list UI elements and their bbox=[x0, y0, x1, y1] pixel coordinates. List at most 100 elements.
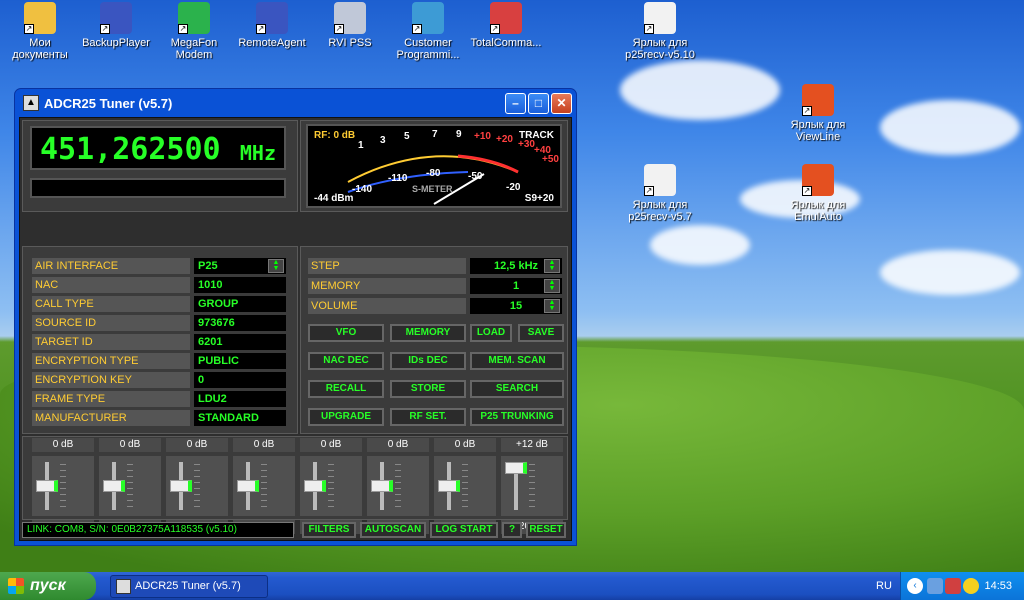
setting-row-value[interactable]: 1 ▲ ▼ bbox=[470, 278, 562, 294]
info-row: MANUFACTURER STANDARD bbox=[32, 410, 288, 426]
eq-slider[interactable] bbox=[99, 456, 161, 516]
eq-slider[interactable] bbox=[166, 456, 228, 516]
control-button[interactable]: SAVE bbox=[518, 324, 564, 342]
bottom-button[interactable]: LOG START bbox=[430, 522, 498, 538]
eq-slider-handle[interactable] bbox=[505, 462, 527, 474]
desktop-icon[interactable]: ↗ Мои документы bbox=[0, 2, 80, 61]
info-row: FRAME TYPE LDU2 bbox=[32, 391, 288, 407]
setting-row[interactable]: MEMORY 1 ▲ ▼ bbox=[308, 278, 562, 294]
taskbar-item-tuner[interactable]: ADCR25 Tuner (v5.7) bbox=[110, 575, 268, 598]
shortcut-arrow-icon: ↗ bbox=[100, 24, 110, 34]
spinner-icon[interactable]: ▲ ▼ bbox=[268, 259, 284, 273]
control-button[interactable]: LOAD bbox=[470, 324, 512, 342]
network-icon[interactable] bbox=[945, 578, 961, 594]
meter-scale-label: 3 bbox=[380, 135, 386, 146]
desktop-icon[interactable]: ↗ Ярлык для EmulAuto bbox=[778, 164, 858, 223]
window-titlebar[interactable]: ▲ ADCR25 Tuner (v5.7) – □ ✕ bbox=[19, 89, 572, 117]
eq-slider-handle[interactable] bbox=[371, 480, 393, 492]
eq-slider-handle[interactable] bbox=[170, 480, 192, 492]
setting-row-value[interactable]: 12,5 kHz ▲ ▼ bbox=[470, 258, 562, 274]
info-row-value: LDU2 bbox=[194, 391, 286, 407]
control-button[interactable]: MEM. SCAN bbox=[470, 352, 564, 370]
desktop-icon-label: RemoteAgent bbox=[238, 37, 306, 49]
minimize-button[interactable]: – bbox=[505, 92, 526, 114]
info-row-value-text: PUBLIC bbox=[198, 355, 239, 367]
eq-slider-handle[interactable] bbox=[103, 480, 125, 492]
eq-slider-handle[interactable] bbox=[438, 480, 460, 492]
desktop-icon[interactable]: ↗ TotalComma... bbox=[466, 2, 546, 49]
control-button[interactable]: MEMORY bbox=[390, 324, 466, 342]
setting-row[interactable]: STEP 12,5 kHz ▲ ▼ bbox=[308, 258, 562, 274]
desktop-icon[interactable]: ↗ Ярлык для p25recv-v5.10 bbox=[620, 2, 700, 61]
eq-slider[interactable] bbox=[367, 456, 429, 516]
close-button[interactable]: ✕ bbox=[551, 92, 572, 114]
info-row-value-text: P25 bbox=[198, 260, 218, 272]
spinner-icon[interactable]: ▲ ▼ bbox=[544, 299, 560, 313]
desktop-icon[interactable]: ↗ MegaFon Modem bbox=[154, 2, 234, 61]
eq-slider[interactable] bbox=[32, 456, 94, 516]
bottom-button[interactable]: ? bbox=[502, 522, 522, 538]
desktop-icon-label: MegaFon Modem bbox=[170, 37, 218, 61]
desktop-icon[interactable]: ↗ Ярлык для p25recv-v5.7 bbox=[620, 164, 700, 223]
eq-slider-ticks bbox=[529, 464, 535, 508]
meter-scale-label: 1 bbox=[358, 140, 364, 151]
eq-slider-handle[interactable] bbox=[237, 480, 259, 492]
eq-slider-handle[interactable] bbox=[304, 480, 326, 492]
info-row-value[interactable]: P25 ▲ ▼ bbox=[194, 258, 286, 274]
control-button[interactable]: STORE bbox=[390, 380, 466, 398]
bottom-button[interactable]: RESET bbox=[526, 522, 566, 538]
setting-row[interactable]: VOLUME 15 ▲ ▼ bbox=[308, 298, 562, 314]
setting-row-value[interactable]: 15 ▲ ▼ bbox=[470, 298, 562, 314]
desktop-icon[interactable]: ↗ BackupPlayer bbox=[76, 2, 156, 49]
shortcut-arrow-icon: ↗ bbox=[644, 186, 654, 196]
network-icon[interactable] bbox=[927, 578, 943, 594]
eq-slider[interactable] bbox=[233, 456, 295, 516]
chevron-left-icon[interactable]: ‹ bbox=[907, 578, 923, 594]
info-row-label: FRAME TYPE bbox=[32, 391, 190, 407]
desktop-icon[interactable]: ↗ RVI PSS bbox=[310, 2, 390, 49]
control-button[interactable]: VFO bbox=[308, 324, 384, 342]
info-row-label: ENCRYPTION TYPE bbox=[32, 353, 190, 369]
control-button[interactable]: NAC DEC bbox=[308, 352, 384, 370]
antenna-icon: ↗ bbox=[644, 164, 676, 196]
setting-row-label: MEMORY bbox=[308, 278, 466, 294]
meter-scale-label: 5 bbox=[404, 131, 410, 142]
setting-row-value-text: 1 bbox=[512, 280, 520, 292]
control-button[interactable]: IDs DEC bbox=[390, 352, 466, 370]
tuner-window[interactable]: ▲ ADCR25 Tuner (v5.7) – □ ✕ 451,262500 M… bbox=[14, 88, 577, 546]
spinner-icon[interactable]: ▲ ▼ bbox=[544, 279, 560, 293]
eq-band: 0 dB800 Hz bbox=[300, 438, 362, 534]
eq-slider[interactable] bbox=[434, 456, 496, 516]
programmer-icon: ↗ bbox=[412, 2, 444, 34]
eq-slider-handle[interactable] bbox=[36, 480, 58, 492]
eq-slider-ticks bbox=[261, 464, 267, 508]
language-indicator[interactable]: RU bbox=[876, 572, 892, 600]
desktop-icon[interactable]: ↗ Customer Programmi... bbox=[388, 2, 468, 61]
desktop-icon[interactable]: ↗ RemoteAgent bbox=[232, 2, 312, 49]
eq-band: 0 dB200 Hz bbox=[166, 438, 228, 534]
start-button[interactable]: пуск bbox=[0, 572, 96, 600]
wallpaper-cloud bbox=[880, 100, 1020, 155]
eq-slider[interactable] bbox=[300, 456, 362, 516]
control-button[interactable]: SEARCH bbox=[470, 380, 564, 398]
player-icon: ↗ bbox=[100, 2, 132, 34]
eq-slider-ticks bbox=[395, 464, 401, 508]
meter-scale-label: +20 bbox=[496, 134, 513, 145]
info-row-label: AIR INTERFACE bbox=[32, 258, 190, 274]
control-button[interactable]: RF SET. bbox=[390, 408, 466, 426]
eq-slider[interactable] bbox=[501, 456, 563, 516]
bottom-button[interactable]: AUTOSCAN bbox=[360, 522, 426, 538]
smiley-icon[interactable] bbox=[963, 578, 979, 594]
control-button[interactable]: RECALL bbox=[308, 380, 384, 398]
desktop-icon[interactable]: ↗ Ярлык для ViewLine bbox=[778, 84, 858, 143]
spinner-icon[interactable]: ▲ ▼ bbox=[544, 259, 560, 273]
info-row-label: SOURCE ID bbox=[32, 315, 190, 331]
maximize-button[interactable]: □ bbox=[528, 92, 549, 114]
control-button[interactable]: UPGRADE bbox=[308, 408, 384, 426]
s-value-label: S9+20 bbox=[524, 193, 554, 204]
info-row-value: GROUP bbox=[194, 296, 286, 312]
camera-icon: ↗ bbox=[334, 2, 366, 34]
bottom-button[interactable]: FILTERS bbox=[302, 522, 356, 538]
control-button[interactable]: P25 TRUNKING bbox=[470, 408, 564, 426]
info-row-value-text: GROUP bbox=[198, 298, 239, 310]
